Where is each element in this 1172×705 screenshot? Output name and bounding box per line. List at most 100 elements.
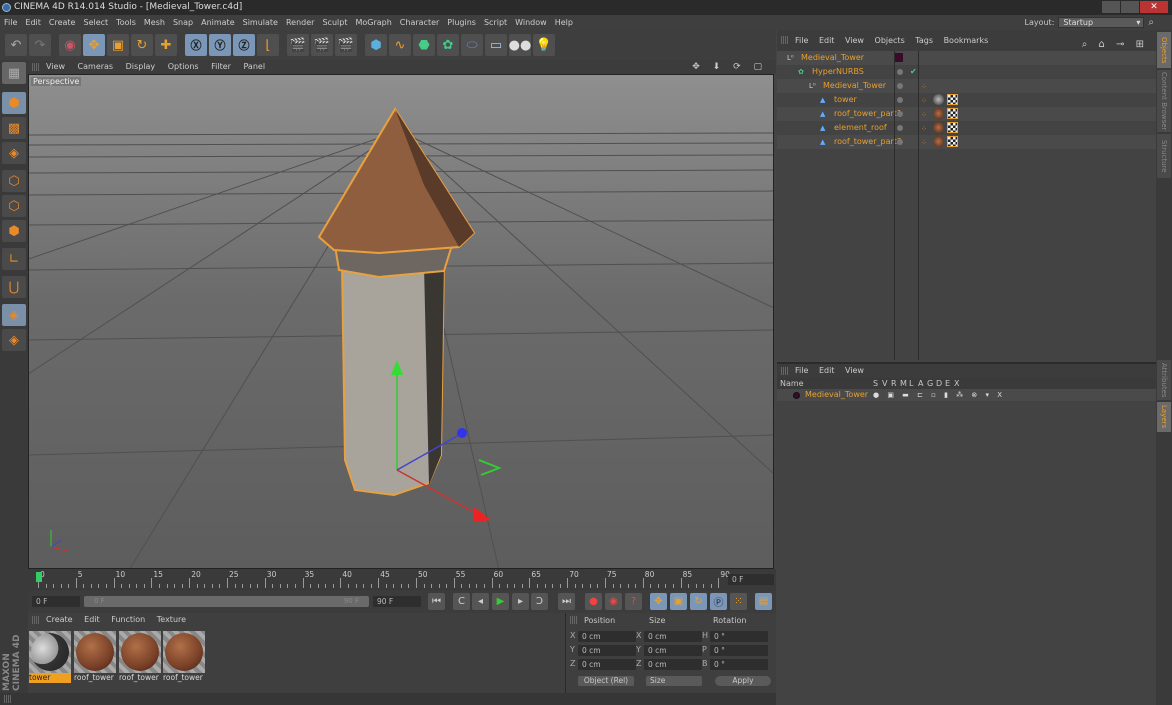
layer-column-g[interactable]: G bbox=[927, 378, 933, 389]
next-key-button[interactable]: Ↄ bbox=[531, 593, 548, 610]
close-button[interactable]: ✕ bbox=[1140, 1, 1168, 13]
position-field[interactable]: 0 cm bbox=[578, 659, 636, 670]
tab-structure[interactable]: Structure bbox=[1157, 134, 1171, 178]
autokey-button[interactable]: ◉ bbox=[605, 593, 622, 610]
object-row[interactable]: ▲ element_roof ⁘ bbox=[777, 121, 1156, 135]
key-point-level-button[interactable]: ⁙ bbox=[730, 593, 747, 610]
menu-mograph[interactable]: MoGraph bbox=[351, 15, 395, 30]
material-roof-tower-1[interactable]: roof_tower bbox=[74, 631, 116, 683]
uvw-tag-icon[interactable] bbox=[947, 122, 958, 133]
menu-mesh[interactable]: Mesh bbox=[140, 15, 169, 30]
menu-tools[interactable]: Tools bbox=[112, 15, 140, 30]
object-row[interactable]: ▲ tower ⁘ bbox=[777, 93, 1156, 107]
phong-tag-icon[interactable]: ⁘ bbox=[921, 122, 932, 133]
viewport-menu-filter[interactable]: Filter bbox=[211, 62, 231, 71]
object-menu-objects[interactable]: Objects bbox=[875, 36, 905, 45]
menu-select[interactable]: Select bbox=[79, 15, 112, 30]
rotate-view-icon[interactable]: ⟳ bbox=[733, 62, 741, 72]
tab-objects[interactable]: Objects bbox=[1157, 32, 1171, 68]
material-tower[interactable]: tower bbox=[29, 631, 71, 683]
material-roof-tower-3[interactable]: roof_tower bbox=[163, 631, 205, 683]
next-frame-button[interactable]: ▸ bbox=[512, 593, 529, 610]
play-button[interactable]: ▶ bbox=[492, 593, 509, 610]
floor-icon[interactable]: ▭ bbox=[485, 34, 507, 56]
coordinate-mode-dropdown[interactable]: Object (Rel) bbox=[578, 676, 634, 686]
new-window-icon[interactable]: ⊞ bbox=[1136, 39, 1144, 50]
menu-plugins[interactable]: Plugins bbox=[443, 15, 480, 30]
array-icon[interactable]: ✿ bbox=[437, 34, 459, 56]
start-frame-field[interactable]: 0 F bbox=[32, 596, 80, 607]
menu-edit[interactable]: Edit bbox=[21, 15, 45, 30]
visibility-dot[interactable] bbox=[897, 111, 903, 117]
visibility-dot[interactable] bbox=[897, 69, 903, 75]
object-menu-edit[interactable]: Edit bbox=[819, 36, 835, 45]
coordinate-system-icon[interactable]: ⌊ bbox=[257, 34, 279, 56]
rotation-field[interactable]: 0 ° bbox=[710, 631, 768, 642]
maximize-button[interactable] bbox=[1121, 1, 1139, 13]
layer-swatch[interactable] bbox=[894, 53, 903, 62]
layout-dropdown[interactable]: Startup bbox=[1058, 17, 1145, 28]
size-mode-dropdown[interactable]: Size bbox=[646, 676, 702, 686]
spline-pen-icon[interactable]: ∿ bbox=[389, 34, 411, 56]
visibility-dot[interactable] bbox=[897, 97, 903, 103]
layer-menu-view[interactable]: View bbox=[845, 366, 864, 375]
object-name[interactable]: Medieval_Tower bbox=[823, 79, 886, 93]
viewport-menu-view[interactable]: View bbox=[46, 62, 65, 71]
layer-column-e[interactable]: E bbox=[945, 378, 950, 389]
material-tag-icon[interactable] bbox=[933, 136, 944, 147]
layer-column-m[interactable]: M bbox=[900, 378, 907, 389]
search-icon[interactable]: ⌕ bbox=[1148, 17, 1154, 28]
menu-script[interactable]: Script bbox=[480, 15, 511, 30]
cube-object-icon[interactable]: ⬢ bbox=[365, 34, 387, 56]
edges-mode-icon[interactable]: ⬡ bbox=[2, 195, 26, 217]
menu-file[interactable]: File bbox=[0, 15, 21, 30]
uvw-tag-icon[interactable] bbox=[947, 108, 958, 119]
menu-sculpt[interactable]: Sculpt bbox=[318, 15, 351, 30]
layer-flags[interactable]: ● ▣ ▬ ⊏ ▫ ▮ ⁂ ⊗ ▾ Ⅹ bbox=[873, 389, 1005, 401]
object-name[interactable]: roof_tower_part1 bbox=[834, 107, 902, 121]
rotation-field[interactable]: 0 ° bbox=[710, 659, 768, 670]
phong-tag-icon[interactable]: ⁘ bbox=[921, 136, 932, 147]
key-parameter-button[interactable]: Ⓟ bbox=[710, 593, 727, 610]
layer-name[interactable]: Medieval_Tower bbox=[805, 389, 868, 401]
z-axis-lock-icon[interactable]: Ⓩ bbox=[233, 34, 255, 56]
size-field[interactable]: 0 cm bbox=[644, 659, 702, 670]
menu-create[interactable]: Create bbox=[45, 15, 80, 30]
size-field[interactable]: 0 cm bbox=[644, 645, 702, 656]
playhead[interactable] bbox=[36, 572, 42, 582]
scale-tool-icon[interactable]: ▣ bbox=[107, 34, 129, 56]
make-editable-icon[interactable]: ▦ bbox=[2, 62, 26, 84]
move-tool-icon[interactable]: ✥ bbox=[83, 34, 105, 56]
render-view-icon[interactable]: 🎬 bbox=[287, 34, 309, 56]
timeline-button[interactable]: ▤ bbox=[755, 593, 772, 610]
frame-range-slider[interactable]: 0 F 90 F bbox=[84, 596, 369, 607]
grip-handle[interactable] bbox=[781, 367, 789, 375]
layer-column-a[interactable]: A bbox=[918, 378, 923, 389]
object-name[interactable]: tower bbox=[834, 93, 857, 107]
menu-help[interactable]: Help bbox=[551, 15, 577, 30]
polygons-mode-icon[interactable]: ⬢ bbox=[2, 220, 26, 242]
end-frame-field[interactable]: 90 F bbox=[373, 596, 421, 607]
material-menu-function[interactable]: Function bbox=[111, 615, 145, 624]
material-roof-tower-2[interactable]: roof_tower bbox=[119, 631, 161, 683]
tab-layers[interactable]: Layers bbox=[1157, 402, 1171, 432]
material-menu-texture[interactable]: Texture bbox=[157, 615, 186, 624]
key-position-button[interactable]: ✥ bbox=[650, 593, 667, 610]
column-divider[interactable] bbox=[918, 51, 919, 360]
menu-animate[interactable]: Animate bbox=[197, 15, 239, 30]
x-axis-lock-icon[interactable]: Ⓧ bbox=[185, 34, 207, 56]
object-row[interactable]: L⁰ Medieval_Tower ⁘ bbox=[777, 79, 1156, 93]
layer-menu-file[interactable]: File bbox=[795, 366, 808, 375]
viewport-menu-cameras[interactable]: Cameras bbox=[78, 62, 114, 71]
visibility-dot[interactable] bbox=[897, 83, 903, 89]
object-menu-bookmarks[interactable]: Bookmarks bbox=[944, 36, 989, 45]
menu-simulate[interactable]: Simulate bbox=[239, 15, 282, 30]
menu-character[interactable]: Character bbox=[396, 15, 444, 30]
previous-key-button[interactable]: C bbox=[453, 593, 470, 610]
object-name[interactable]: Medieval_Tower bbox=[801, 51, 864, 65]
model-mode-icon[interactable]: ⬢ bbox=[2, 92, 26, 114]
material-tag-icon[interactable] bbox=[933, 94, 944, 105]
search-icon[interactable]: ⌕ bbox=[1082, 39, 1088, 50]
recent-tool-icon[interactable]: ✚ bbox=[155, 34, 177, 56]
position-field[interactable]: 0 cm bbox=[578, 645, 636, 656]
